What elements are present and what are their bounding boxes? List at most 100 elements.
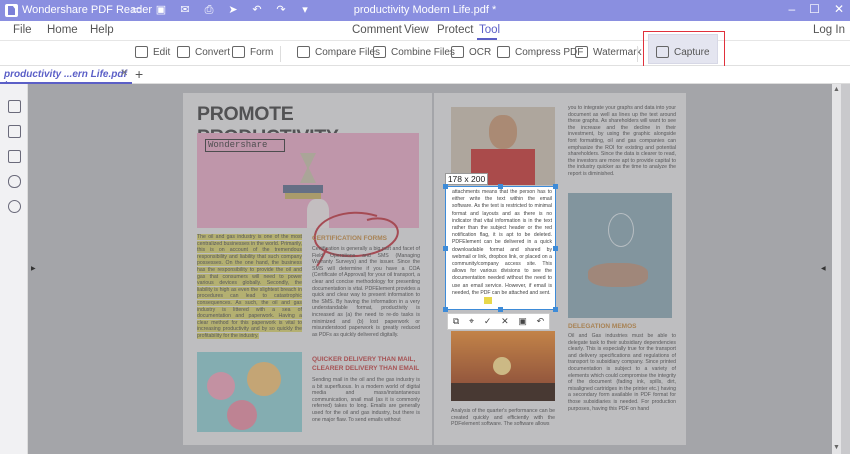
menu-home[interactable]: Home — [47, 24, 78, 36]
compare-files-button[interactable]: Compare Files — [297, 46, 380, 58]
resize-handle-r[interactable] — [553, 246, 558, 251]
wondershare-stamp: Wondershare — [205, 139, 285, 152]
ocr-button[interactable]: OCR — [451, 46, 491, 58]
undo-capture-icon[interactable]: ↶ — [537, 316, 545, 327]
redo-icon[interactable]: ↷ — [274, 3, 288, 17]
resize-handle-bl[interactable] — [443, 307, 448, 312]
resize-handle-l[interactable] — [443, 246, 448, 251]
window-controls: – ☐ ✕ — [788, 2, 844, 16]
oil-pump-photo — [451, 331, 555, 401]
confirm-icon[interactable]: ✓ — [484, 316, 492, 327]
resize-handle-br[interactable] — [553, 307, 558, 312]
delivery-heading: QUICKER DELIVERY THAN MAIL, CLEARER DELI… — [312, 356, 420, 372]
capture-action-bar: ⧉ ⌖ ✓ ✕ ▣ ↶ — [447, 313, 550, 330]
compress-pdf-icon — [497, 46, 510, 58]
scroll-down-icon[interactable]: ▼ — [833, 444, 840, 451]
close-window-button[interactable]: ✕ — [834, 2, 844, 16]
delegation-text: Oil and Gas industries must be able to d… — [568, 333, 676, 412]
compare-files-icon — [297, 46, 310, 58]
search-icon[interactable] — [8, 200, 21, 213]
attachment-panel-icon[interactable] — [8, 175, 21, 188]
comment-panel-icon[interactable] — [8, 125, 21, 138]
convert-label: Convert — [195, 46, 231, 58]
open-folder-icon[interactable]: ▭ — [130, 3, 144, 17]
intro-paragraph: The oil and gas industry is one of the m… — [197, 234, 302, 339]
menu-file[interactable]: File — [13, 24, 32, 36]
save-icon[interactable]: ▣ — [154, 3, 168, 17]
watermark-icon — [575, 46, 588, 58]
resize-handle-tl[interactable] — [443, 184, 448, 189]
compress-pdf-label: Compress PDF — [515, 46, 584, 58]
scroll-up-icon[interactable]: ▲ — [833, 86, 840, 93]
menu-tool[interactable]: Tool — [479, 24, 500, 36]
convert-button[interactable]: Convert — [177, 46, 230, 58]
pages-panel-icon[interactable] — [8, 150, 21, 163]
undo-icon[interactable]: ↶ — [250, 3, 264, 17]
capture-selection-area[interactable]: attachments means that the person has to… — [445, 186, 556, 310]
edit-button[interactable]: Edit — [135, 46, 170, 58]
watermark-label: Watermark — [593, 46, 642, 58]
edit-icon — [135, 46, 148, 58]
compare-files-label: Compare Files — [315, 46, 381, 58]
cancel-icon[interactable]: ✕ — [501, 316, 509, 327]
toolbar-divider-2 — [637, 46, 638, 62]
resize-handle-t[interactable] — [498, 184, 503, 189]
pin-icon[interactable]: ⌖ — [469, 316, 474, 327]
menu-help[interactable]: Help — [90, 24, 114, 36]
compress-pdf-button[interactable]: Compress PDF — [497, 46, 583, 58]
menu-view[interactable]: View — [404, 24, 429, 36]
app-logo-icon — [5, 4, 18, 17]
combine-files-label: Combine Files — [391, 46, 455, 58]
bookmark-panel-icon[interactable] — [8, 100, 21, 113]
collapse-left-arrow-icon[interactable]: ▶ — [31, 265, 36, 272]
convert-icon — [177, 46, 190, 58]
title-bar: Wondershare PDF Reader ▭ ▣ ✉ ⎙ ➤ ↶ ↷ ▾ p… — [0, 0, 850, 21]
flowers-image — [197, 352, 302, 432]
collapse-right-arrow-icon[interactable]: ◀ — [821, 265, 826, 272]
login-link[interactable]: Log In — [813, 24, 845, 36]
resize-handle-tr[interactable] — [553, 184, 558, 189]
ocr-label: OCR — [469, 46, 492, 58]
lightbulb-photo — [568, 193, 672, 318]
document-tab[interactable]: productivity ...ern Life.pdf * ✕ — [0, 66, 132, 91]
resize-handle-b[interactable] — [498, 307, 503, 312]
close-tab-icon[interactable]: ✕ — [120, 68, 128, 79]
form-label: Form — [250, 46, 274, 58]
active-tab-indicator — [477, 38, 497, 40]
delegation-heading: DELEGATION MEMOS — [568, 323, 637, 330]
quick-access-toolbar: ▭ ▣ ✉ ⎙ ➤ ↶ ↷ ▾ — [130, 3, 312, 17]
bottom-left-text: Analysis of the quarter's performance ca… — [451, 408, 555, 428]
hourglass-shape — [300, 153, 316, 183]
add-tab-button[interactable]: + — [135, 66, 143, 82]
selection-text: attachments means that the person has to… — [452, 189, 552, 296]
combine-files-icon — [373, 46, 386, 58]
menu-protect[interactable]: Protect — [437, 24, 473, 36]
selection-size-label: 178 x 200 — [445, 173, 488, 185]
menu-comment[interactable]: Comment — [352, 24, 402, 36]
right-column-text: you to integrate your graphs and data in… — [568, 105, 676, 177]
customize-icon[interactable]: ▾ — [298, 3, 312, 17]
document-tab-bar: productivity ...ern Life.pdf * ✕ + — [0, 66, 850, 91]
left-sidebar — [0, 84, 28, 454]
form-icon — [232, 46, 245, 58]
print-icon[interactable]: ⎙ — [202, 3, 216, 17]
edit-label: Edit — [153, 46, 171, 58]
save-capture-icon[interactable]: ▣ — [518, 316, 527, 327]
ocr-icon — [451, 46, 464, 58]
combine-files-button[interactable]: Combine Files — [373, 46, 455, 58]
maximize-button[interactable]: ☐ — [809, 2, 820, 16]
certification-heading: CERTIFICATION FORMS — [312, 235, 387, 242]
pdf-page-left: PROMOTE PRODUCTIVITY Wondershare The oil… — [183, 93, 432, 445]
minimize-button[interactable]: – — [788, 2, 795, 16]
cursor-icon[interactable]: ➤ — [226, 3, 240, 17]
mail-icon[interactable]: ✉ — [178, 3, 192, 17]
certification-text: Certification is generally a big part an… — [312, 246, 420, 338]
copy-capture-icon[interactable]: ⧉ — [453, 316, 459, 327]
comment-note-icon[interactable] — [484, 297, 492, 304]
watermark-button[interactable]: Watermark — [575, 46, 642, 58]
delivery-text: Sending mail in the oil and the gas indu… — [312, 377, 420, 423]
book-stack — [283, 185, 323, 193]
vertical-scrollbar[interactable]: ▲ ▼ — [832, 84, 841, 454]
toolbar-divider — [280, 46, 281, 62]
form-button[interactable]: Form — [232, 46, 273, 58]
